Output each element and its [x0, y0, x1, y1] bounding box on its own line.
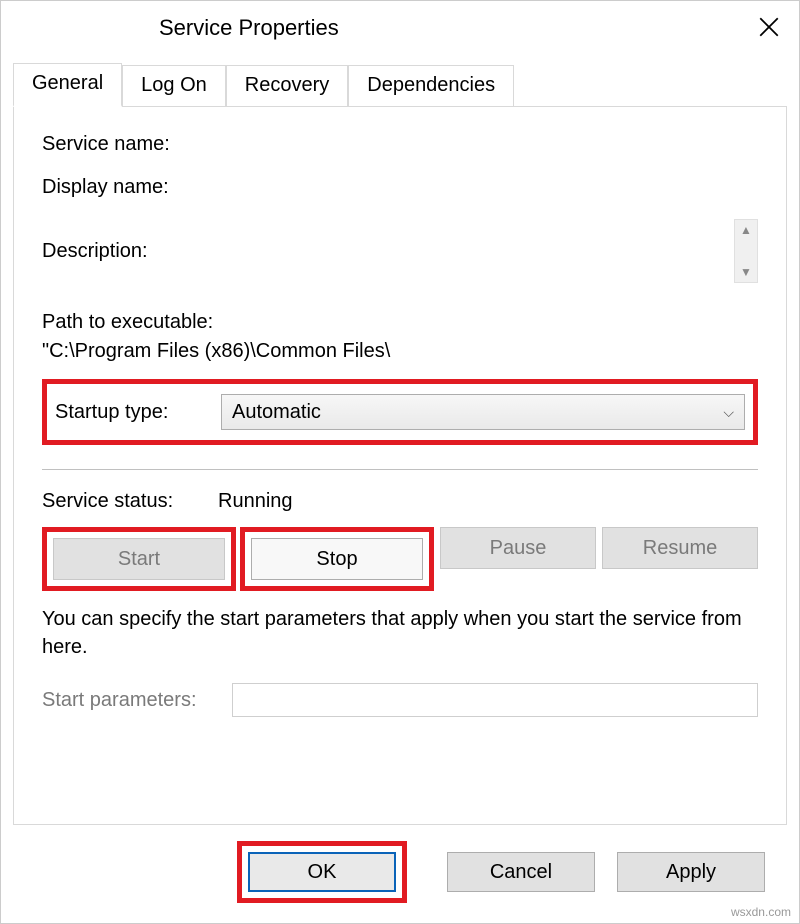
tab-strip: General Log On Recovery Dependencies	[1, 63, 799, 107]
service-control-buttons: Start Stop Pause Resume	[42, 527, 758, 591]
tab-recovery[interactable]: Recovery	[226, 65, 348, 107]
display-name-row: Display name:	[42, 176, 758, 199]
resume-button[interactable]: Resume	[602, 527, 758, 569]
startup-type-label: Startup type:	[55, 401, 221, 424]
path-value: "C:\Program Files (x86)\Common Files\	[42, 340, 758, 363]
tab-dependencies[interactable]: Dependencies	[348, 65, 514, 107]
description-scrollbar[interactable]: ▲ ▼	[734, 219, 758, 283]
start-button[interactable]: Start	[53, 538, 225, 580]
service-name-label: Service name:	[42, 133, 220, 156]
startup-type-select[interactable]: Automatic ⌵	[221, 394, 745, 430]
display-name-label: Display name:	[42, 176, 220, 199]
service-properties-dialog: Service Properties General Log On Recove…	[0, 0, 800, 924]
apply-button[interactable]: Apply	[617, 852, 765, 892]
help-text: You can specify the start parameters tha…	[42, 605, 758, 661]
service-status-row: Service status: Running	[42, 490, 758, 513]
scroll-up-icon: ▲	[740, 224, 752, 236]
description-row: Description: ▲ ▼	[42, 219, 758, 283]
stop-highlight: Stop	[240, 527, 434, 591]
scroll-down-icon: ▼	[740, 266, 752, 278]
start-parameters-input[interactable]	[232, 683, 758, 717]
titlebar: Service Properties	[1, 1, 799, 55]
ok-highlight: OK	[237, 841, 407, 903]
description-label: Description:	[42, 240, 220, 263]
close-icon	[759, 17, 779, 37]
cancel-button[interactable]: Cancel	[447, 852, 595, 892]
path-label: Path to executable:	[42, 311, 758, 334]
start-parameters-label: Start parameters:	[42, 689, 232, 712]
stop-button[interactable]: Stop	[251, 538, 423, 580]
tab-panel-general: Service name: Display name: Description:…	[13, 106, 787, 825]
service-status-label: Service status:	[42, 490, 218, 513]
start-parameters-row: Start parameters:	[42, 683, 758, 717]
close-button[interactable]	[753, 11, 785, 43]
ok-button[interactable]: OK	[248, 852, 396, 892]
path-block: Path to executable: "C:\Program Files (x…	[42, 311, 758, 363]
chevron-down-icon: ⌵	[723, 404, 734, 421]
start-highlight: Start	[42, 527, 236, 591]
divider	[42, 469, 758, 470]
tab-logon[interactable]: Log On	[122, 65, 226, 107]
startup-type-value: Automatic	[232, 401, 321, 424]
window-title: Service Properties	[159, 15, 339, 41]
startup-type-row: Startup type: Automatic ⌵	[42, 379, 758, 445]
tab-general[interactable]: General	[13, 63, 122, 107]
service-name-row: Service name:	[42, 133, 758, 156]
pause-button[interactable]: Pause	[440, 527, 596, 569]
dialog-footer: OK Cancel Apply	[1, 825, 799, 923]
watermark: wsxdn.com	[731, 905, 791, 919]
service-status-value: Running	[218, 490, 758, 513]
